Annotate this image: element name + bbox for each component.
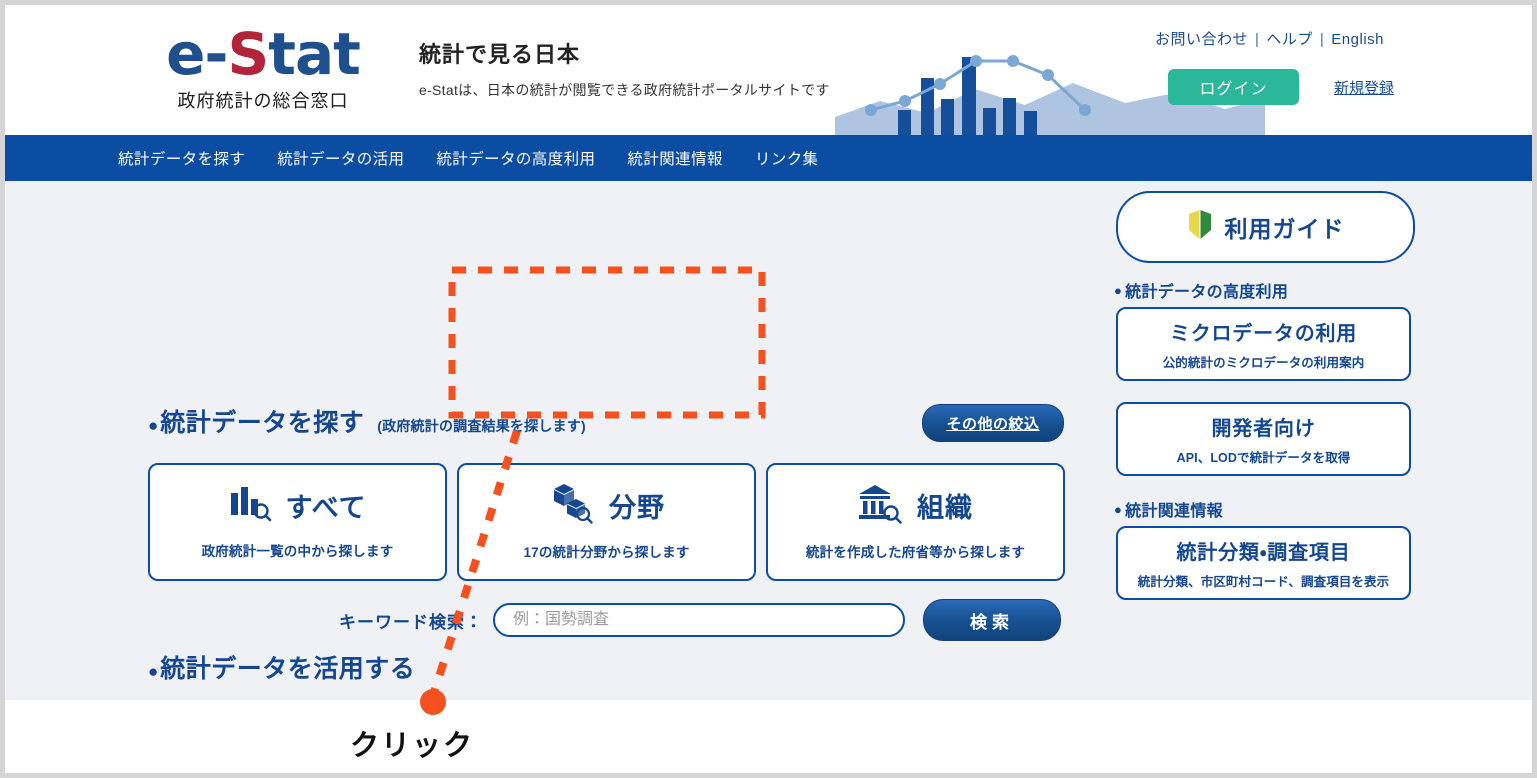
utility-links: お問い合わせ | ヘルプ | English [1155,28,1384,49]
help-link[interactable]: ヘルプ [1266,31,1313,48]
page-root: e-Stat 政府統計の総合窓口 統計で見る日本 e-Statは、日本の統計が閲… [0,0,1537,778]
keyword-search-label: キーワード検索： [339,612,483,632]
bar-chart-search-icon [228,483,272,528]
search-card-all[interactable]: すべて 政府統計一覧の中から探します [148,463,447,581]
sidebar-card-microdata-desc: 公的統計のミクロデータの利用案内 [1162,356,1365,370]
nav-item-links[interactable]: リンク集 [755,147,819,169]
nav-item-find-data[interactable]: 統計データを探す [118,147,245,169]
section-title: 統計データを探す [160,409,365,437]
cubes-search-icon [548,482,596,529]
logo-subtitle: 政府統計の総合窓口 [177,91,349,111]
sidebar-card-microdata[interactable]: ミクロデータの利用 公的統計のミクロデータの利用案内 [1116,307,1411,381]
sidebar-heading-advanced-label: 統計データの高度利用 [1125,284,1289,301]
sidebar-bullet-icon: ● [1114,501,1123,517]
search-card-organization[interactable]: 組織 統計を作成した府省等から探します [766,463,1065,581]
site-tagline: 統計で見る日本 e-Statは、日本の統計が閲覧できる政府統計ポータルサイトです [419,37,830,100]
search-card-organization-title: 組織 [917,492,973,523]
english-link[interactable]: English [1331,31,1384,48]
tagline-description: e-Statは、日本の統計が閲覧できる政府統計ポータルサイトです [419,82,830,98]
tagline-headline: 統計で見る日本 [419,42,581,67]
search-card-field-title: 分野 [609,492,665,523]
search-card-organization-desc: 統計を作成した府省等から探します [805,544,1026,560]
logo-text-right: tat [268,20,361,88]
sidebar-heading-related: ● 統計関連情報 [1114,497,1223,521]
sidebar-heading-advanced: ● 統計データの高度利用 [1114,278,1288,302]
sidebar: 利用ガイド ● 統計データの高度利用 ミクロデータの利用 公的統計のミクロデータ… [1095,181,1532,700]
sidebar-card-developer[interactable]: 開発者向け API、LODで統計データを取得 [1116,402,1411,476]
register-link[interactable]: 新規登録 [1334,77,1394,98]
section-heading-use-data: ● 統計データを活用する [148,649,415,685]
government-building-search-icon [858,482,904,529]
search-button[interactable]: 検索 [923,599,1061,641]
section-bullet-icon: ● [148,416,159,435]
sidebar-heading-related-label: 統計関連情報 [1125,503,1223,520]
link-separator: | [1254,31,1260,48]
search-card-field[interactable]: 分野 17の統計分野から探します [457,463,756,581]
search-card-all-desc: 政府統計一覧の中から探します [201,543,394,559]
sidebar-card-developer-desc: API、LODで統計データを取得 [1176,451,1351,465]
annotation-footer: クリック [5,700,1532,773]
global-nav: 統計データを探す 統計データの活用 統計データの高度利用 統計関連情報 リンク集 [5,135,1532,181]
search-card-all-header: すべて [228,483,366,528]
search-input[interactable] [493,603,905,637]
sidebar-card-classification[interactable]: 統計分類・調査項目 統計分類、市区町村コード、調査項目を表示 [1116,526,1411,600]
search-card-organization-header: 組織 [858,482,973,529]
section-note: (政府統計の調査結果を探します) [377,418,586,434]
link-separator: | [1319,31,1325,48]
search-card-all-title: すべて [285,492,367,523]
sidebar-card-developer-title: 開発者向け [1211,418,1316,440]
section-heading-find-data: ● 統計データを探す (政府統計の調査結果を探します) [148,403,586,439]
other-filter-label: その他の絞込 [946,415,1040,433]
sidebar-card-classification-title: 統計分類・調査項目 [1176,542,1351,564]
sidebar-card-microdata-title: ミクロデータの利用 [1169,323,1358,345]
site-header: e-Stat 政府統計の総合窓口 統計で見る日本 e-Statは、日本の統計が閲… [5,5,1532,135]
user-guide-button[interactable]: 利用ガイド [1116,191,1415,263]
nav-item-related-info[interactable]: 統計関連情報 [627,147,722,169]
section-title: 統計データを活用する [160,655,416,683]
site-logo[interactable]: e-Stat 政府統計の総合窓口 [148,23,378,113]
login-button[interactable]: ログイン [1168,69,1299,105]
section-bullet-icon: ● [148,662,159,681]
logo-text-s: S [227,20,270,88]
keyword-search-row: キーワード検索： 検索 [339,599,1061,641]
user-guide-label: 利用ガイド [1224,216,1345,242]
click-annotation-label: クリック [350,730,475,762]
primary-column: ● 統計データを探す (政府統計の調査結果を探します) その他の絞込 すべて 政… [5,181,1095,773]
sidebar-bullet-icon: ● [1114,282,1123,298]
logo-wordmark: e-Stat [148,23,378,85]
other-filter-button[interactable]: その他の絞込 [922,404,1064,442]
main-content: ● 統計データを探す (政府統計の調査結果を探します) その他の絞込 すべて 政… [5,181,1532,773]
nav-item-advanced-use[interactable]: 統計データの高度利用 [436,147,595,169]
nav-item-use-data[interactable]: 統計データの活用 [277,147,404,169]
sidebar-card-classification-desc: 統計分類、市区町村コード、調査項目を表示 [1137,575,1390,589]
search-card-field-desc: 17の統計分野から探します [523,544,690,560]
young-leaf-icon [1187,208,1213,247]
logo-text-left: e- [166,20,228,88]
contact-link[interactable]: お問い合わせ [1155,31,1248,48]
search-card-field-header: 分野 [548,482,665,529]
